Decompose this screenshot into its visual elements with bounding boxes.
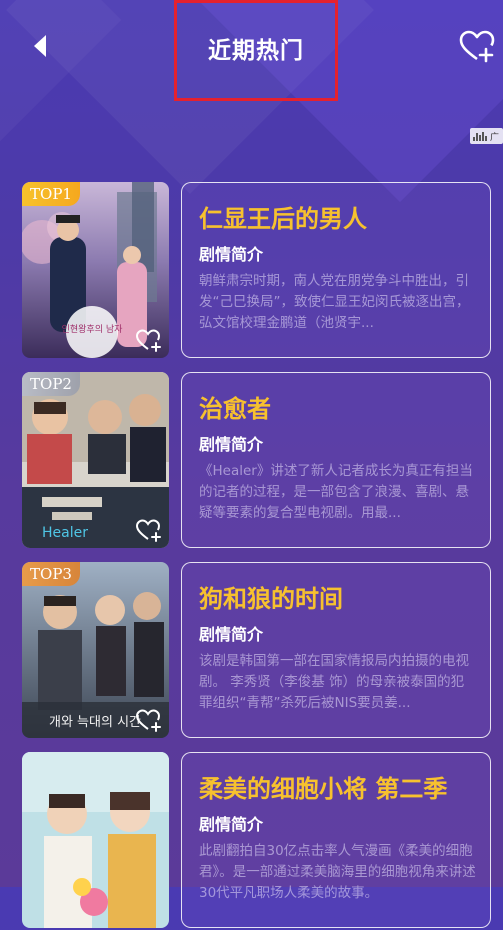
synopsis-label: 剧情简介 <box>199 435 264 454</box>
heart-add-icon[interactable] <box>135 327 163 353</box>
drama-poster[interactable]: 인현왕후의 남자 TOP1 <box>22 182 169 358</box>
synopsis-text: 《Healer》讲述了新人记者成长为真正有担当的记者的过程，是一部包含了浪漫、喜… <box>199 463 473 521</box>
drama-title: 柔美的细胞小将 第二季 <box>199 775 448 803</box>
drama-info-card[interactable]: 仁显王后的男人 剧情简介 朝鲜肃宗时期，南人党在朋党争斗中胜出，引发“己巳换局”… <box>181 182 491 358</box>
list-item[interactable]: Healer TOP2 治愈者 剧情简介 《Healer》讲述了新人记者成长为真… <box>0 370 503 550</box>
rank-badge: TOP3 <box>22 562 80 586</box>
sound-bars-icon <box>473 131 487 141</box>
ad-indicator[interactable]: 广 <box>470 128 503 144</box>
drama-title: 仁显王后的男人 <box>199 205 367 233</box>
list-item[interactable]: 개와 늑대의 시간 TOP3 狗和狼的时间 剧情简介 该剧是韩国第一部在国家情报… <box>0 560 503 740</box>
back-button[interactable] <box>24 28 64 68</box>
synopsis-label: 剧情简介 <box>199 245 264 264</box>
drama-title: 狗和狼的时间 <box>199 585 343 613</box>
drama-info-card[interactable]: 治愈者 剧情简介 《Healer》讲述了新人记者成长为真正有担当的记者的过程，是… <box>181 372 491 548</box>
rank-badge: TOP2 <box>22 372 80 396</box>
drama-title: 治愈者 <box>199 395 271 423</box>
synopsis-label: 剧情简介 <box>199 625 264 644</box>
heart-add-icon <box>459 30 495 63</box>
synopsis-label: 剧情简介 <box>199 815 264 834</box>
poster-caption: 인현왕후의 남자 <box>62 324 124 335</box>
synopsis-text: 朝鲜肃宗时期，南人党在朋党争斗中胜出，引发“己巳换局”，致使仁显王妃闵氏被逐出宫… <box>199 273 470 331</box>
list-item[interactable]: 柔美的细胞小将 第二季 剧情简介 此剧翻拍自30亿点击率人气漫画《柔美的细胞君》… <box>0 750 503 930</box>
favorite-add-button[interactable] <box>458 28 496 66</box>
drama-info-card[interactable]: 狗和狼的时间 剧情简介 该剧是韩国第一部在国家情报局内拍摄的电视剧。 李秀贤（李… <box>181 562 491 738</box>
poster-caption: Healer <box>42 525 88 541</box>
list-item[interactable]: 인현왕후의 남자 TOP1 仁显王后的男人 剧情简介 朝鲜肃宗时期，南人党在朋党… <box>0 180 503 360</box>
back-arrow-icon <box>34 35 46 57</box>
synopsis-text: 此剧翻拍自30亿点击率人气漫画《柔美的细胞君》。是一部通过柔美脑海里的细胞视角来… <box>199 843 476 901</box>
page-title: 近期热门 <box>208 38 304 64</box>
drama-poster[interactable] <box>22 752 169 928</box>
heart-add-icon[interactable] <box>135 517 163 543</box>
rank-badge: TOP1 <box>22 182 80 206</box>
drama-poster[interactable]: Healer TOP2 <box>22 372 169 548</box>
poster-image <box>22 752 169 928</box>
drama-info-card[interactable]: 柔美的细胞小将 第二季 剧情简介 此剧翻拍自30亿点击率人气漫画《柔美的细胞君》… <box>181 752 491 928</box>
poster-caption: 개와 늑대의 시간 <box>49 715 141 730</box>
header: 近期热门 <box>0 0 503 101</box>
ad-label: 广 <box>490 132 500 143</box>
heart-add-icon[interactable] <box>135 707 163 733</box>
drama-poster[interactable]: 개와 늑대의 시간 TOP3 <box>22 562 169 738</box>
synopsis-text: 该剧是韩国第一部在国家情报局内拍摄的电视剧。 李秀贤（李俊基 饰）的母亲被泰国的… <box>199 653 469 711</box>
